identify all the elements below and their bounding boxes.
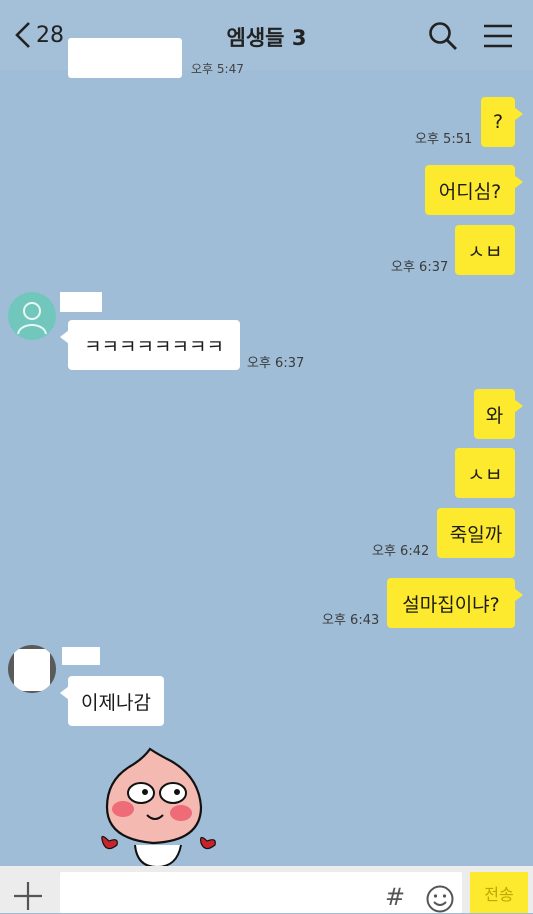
send-button[interactable]: 전송	[470, 872, 528, 913]
message-time: 오후 6:37	[391, 260, 449, 275]
message-time: 오후 6:37	[247, 356, 305, 371]
friend-message-bubble[interactable]: 이제나감	[60, 676, 164, 726]
unread-count: 28	[36, 22, 64, 48]
message-input-bar: # 전송	[0, 866, 533, 913]
friend-message-bubble[interactable]: ㅋㅋㅋㅋㅋㅋㅋㅋ	[60, 320, 240, 370]
plus-icon[interactable]	[10, 878, 46, 914]
hashtag-search-button[interactable]: #	[385, 883, 405, 911]
emoji-icon[interactable]	[425, 884, 455, 914]
friend-name-redacted	[60, 292, 102, 312]
avatar-redaction	[14, 649, 50, 691]
partial-message	[68, 38, 182, 78]
my-message-bubble[interactable]: ㅅㅂ	[455, 448, 515, 498]
my-message-bubble[interactable]: 설마집이냐?	[387, 578, 523, 628]
friend-avatar[interactable]	[8, 292, 56, 340]
friend-avatar[interactable]	[8, 645, 56, 693]
back-button[interactable]: 28	[12, 20, 64, 50]
chevron-left-icon	[15, 22, 30, 48]
default-avatar-icon	[17, 302, 47, 335]
my-message-bubble[interactable]: 죽일까	[437, 508, 515, 558]
my-message-bubble[interactable]: 와	[474, 389, 523, 439]
my-message-bubble[interactable]: ?	[481, 97, 523, 147]
message-time: 오후 6:43	[322, 613, 380, 628]
peach-sticker[interactable]	[95, 745, 220, 870]
my-message-bubble[interactable]: 어디심?	[425, 165, 523, 215]
search-icon[interactable]	[427, 20, 459, 52]
message-time: 오후 5:47	[191, 62, 244, 76]
message-time: 오후 5:51	[415, 132, 473, 147]
menu-icon[interactable]	[482, 20, 514, 52]
message-time: 오후 6:42	[372, 544, 430, 559]
my-message-bubble[interactable]: ㅅㅂ	[455, 225, 515, 275]
friend-name-redacted	[62, 647, 100, 665]
